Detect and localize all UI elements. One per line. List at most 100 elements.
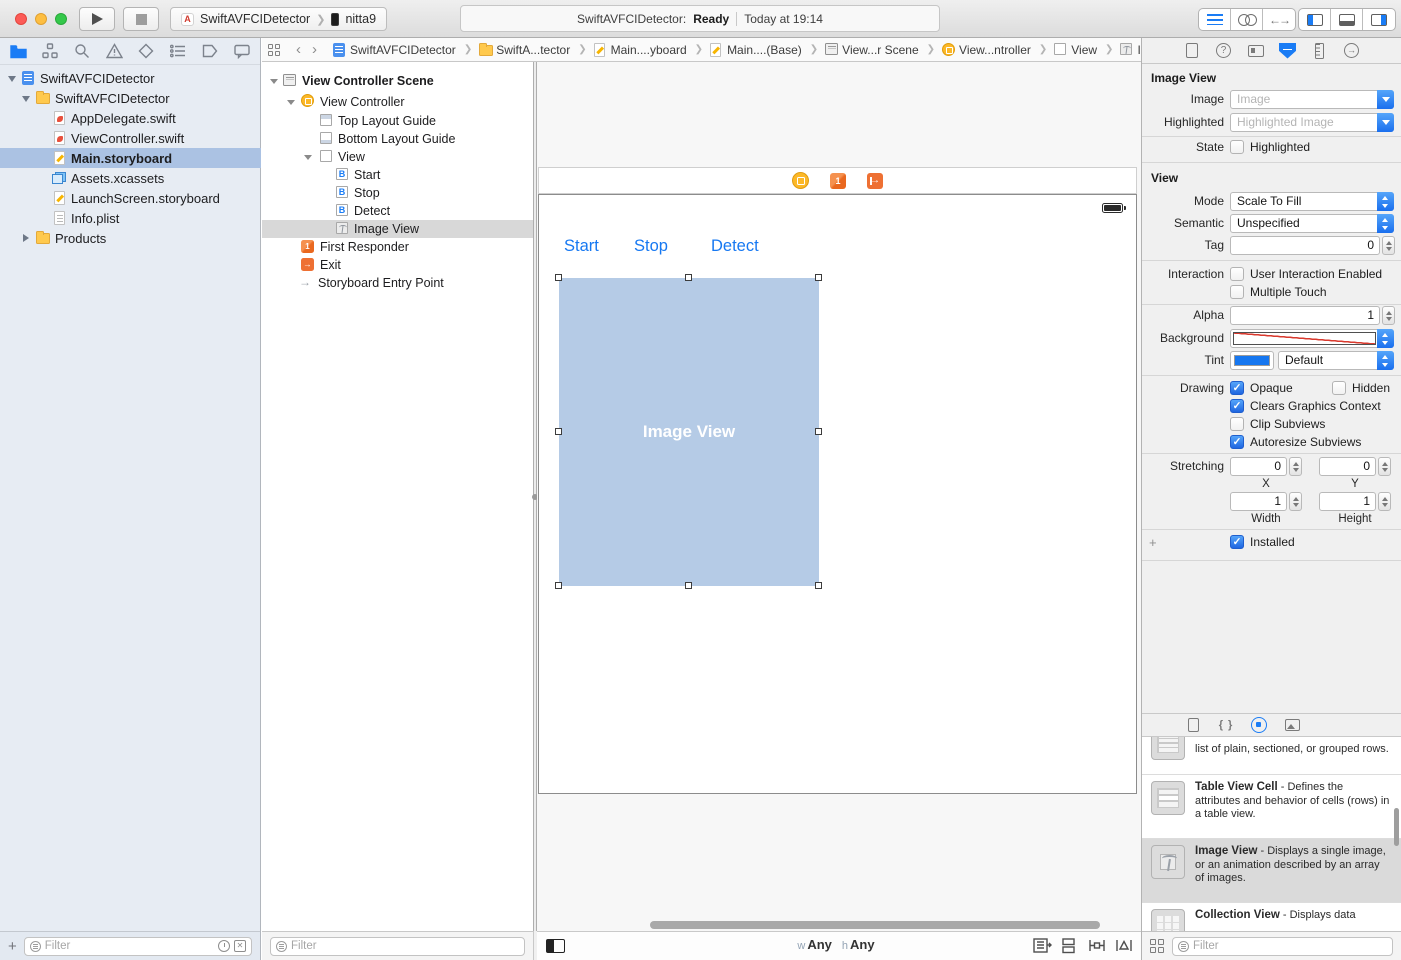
stretch-height-field[interactable]: 1 (1319, 492, 1376, 511)
file-row[interactable]: LaunchScreen.storyboard (0, 188, 261, 208)
unsaved-files-icon[interactable] (234, 940, 246, 952)
add-variation-button[interactable]: + (1149, 535, 1157, 550)
outline-row-view[interactable]: View (262, 148, 533, 166)
highlighted-checkbox[interactable] (1230, 140, 1244, 154)
resize-handle-middle-right[interactable] (815, 428, 822, 435)
toggle-utilities-button[interactable] (1363, 9, 1395, 30)
stretch-y-stepper[interactable] (1378, 457, 1391, 476)
file-row-project[interactable]: SwiftAVFCIDetector (0, 68, 261, 88)
test-navigator-icon[interactable] (137, 42, 155, 60)
outline-row-exit[interactable]: Exit (262, 256, 533, 274)
file-row-products[interactable]: Products (0, 228, 261, 248)
exit-icon[interactable] (867, 173, 883, 189)
outline-row-button-start[interactable]: Start (262, 166, 533, 184)
scheme-selector[interactable]: SwiftAVFCIDetector ❯ nitta9 (170, 7, 387, 31)
library-item-collection-view[interactable]: Collection View - Displays data (1142, 903, 1401, 931)
outline-row-scene[interactable]: View Controller Scene (262, 72, 533, 90)
clears-graphics-checkbox[interactable] (1230, 399, 1244, 413)
resize-handle-bottom-left[interactable] (555, 582, 562, 589)
popup-chevrons-icon[interactable] (1377, 192, 1394, 211)
outline-row-button-stop[interactable]: Stop (262, 184, 533, 202)
attributes-inspector-icon[interactable] (1279, 42, 1297, 60)
hidden-checkbox[interactable] (1332, 381, 1346, 395)
add-constraints-button[interactable] (1088, 937, 1106, 957)
toggle-navigator-button[interactable] (1299, 9, 1331, 30)
close-window-button[interactable] (15, 13, 27, 25)
assistant-editor-button[interactable] (1231, 9, 1263, 30)
outline-row-entry-point[interactable]: Storyboard Entry Point (262, 274, 533, 292)
connections-inspector-icon[interactable] (1343, 42, 1361, 60)
related-items-icon[interactable] (268, 44, 280, 56)
symbol-navigator-icon[interactable] (41, 42, 59, 60)
disclosure-open-icon[interactable] (8, 76, 16, 82)
image-combobox[interactable]: Image (1230, 90, 1394, 109)
combo-chevron-icon[interactable] (1377, 90, 1394, 109)
canvas-image-view-selected[interactable]: Image View (559, 278, 819, 586)
canvas-button-stop[interactable]: Stop (634, 235, 668, 257)
popup-chevrons-icon[interactable] (1377, 214, 1394, 233)
tag-field[interactable]: 0 (1230, 236, 1380, 255)
stretch-x-stepper[interactable] (1289, 457, 1302, 476)
installed-checkbox[interactable] (1230, 535, 1244, 549)
alpha-stepper[interactable] (1382, 306, 1395, 325)
library-filter-field[interactable] (1172, 937, 1393, 956)
file-row[interactable]: AppDelegate.swift (0, 108, 261, 128)
first-responder-icon[interactable] (830, 173, 846, 189)
file-row-selected[interactable]: Main.storyboard (0, 148, 261, 168)
run-button[interactable] (79, 7, 115, 31)
forward-button[interactable]: › (310, 42, 319, 57)
tint-popup[interactable]: Default (1278, 351, 1394, 370)
library-scrollbar-thumb[interactable] (1394, 808, 1399, 846)
background-color-well[interactable] (1230, 329, 1394, 348)
autoresize-subviews-checkbox[interactable] (1230, 435, 1244, 449)
combo-chevron-icon[interactable] (1377, 113, 1394, 132)
identity-inspector-icon[interactable] (1247, 42, 1265, 60)
report-navigator-icon[interactable] (233, 42, 251, 60)
outline-row-view-controller[interactable]: View Controller (262, 93, 533, 111)
mode-popup[interactable]: Scale To Fill (1230, 192, 1394, 211)
library-item-table-view-partial[interactable]: list of plain, sectioned, or grouped row… (1142, 737, 1401, 775)
jumpbar-segment-localization[interactable]: Main....(Base)❯ (710, 42, 818, 57)
add-file-button[interactable]: + (8, 939, 17, 954)
opaque-checkbox[interactable] (1230, 381, 1244, 395)
outline-row-top-layout-guide[interactable]: Top Layout Guide (262, 112, 533, 130)
resize-handle-top-left[interactable] (555, 274, 562, 281)
recent-files-icon[interactable] (218, 940, 230, 952)
canvas-button-detect[interactable]: Detect (711, 235, 759, 257)
file-inspector-icon[interactable] (1183, 42, 1201, 60)
stop-button[interactable] (123, 7, 159, 31)
disclosure-closed-icon[interactable] (23, 234, 29, 242)
standard-editor-button[interactable] (1199, 9, 1231, 30)
quick-help-inspector-icon[interactable] (1215, 42, 1233, 60)
find-navigator-icon[interactable] (73, 42, 91, 60)
popup-chevrons-icon[interactable] (1377, 351, 1394, 370)
issue-navigator-icon[interactable] (105, 42, 123, 60)
file-row[interactable]: Assets.xcassets (0, 168, 261, 188)
navigator-filter-field[interactable] (24, 937, 252, 956)
file-row-group[interactable]: SwiftAVFCIDetector (0, 88, 261, 108)
jumpbar-segment-view[interactable]: View❯ (1054, 42, 1113, 57)
stretch-x-field[interactable]: 0 (1230, 457, 1287, 476)
jumpbar-segment-storyboard[interactable]: Main....yboard❯ (594, 42, 703, 57)
navigator-filter-input[interactable] (45, 940, 214, 952)
outline-row-first-responder[interactable]: First Responder (262, 238, 533, 256)
zoom-window-button[interactable] (55, 13, 67, 25)
library-item-table-view-cell[interactable]: Table View Cell - Defines the attributes… (1142, 775, 1401, 839)
horizontal-scrollbar-thumb[interactable] (650, 921, 1100, 929)
stretch-width-stepper[interactable] (1289, 492, 1302, 511)
minimize-window-button[interactable] (35, 13, 47, 25)
library-item-image-view-selected[interactable]: Image View - Displays a single image, or… (1142, 839, 1401, 903)
project-navigator-icon[interactable] (9, 42, 27, 60)
file-row[interactable]: ViewController.swift (0, 128, 261, 148)
library-filter-input[interactable] (1193, 940, 1387, 952)
disclosure-open-icon[interactable] (270, 79, 278, 84)
outline-row-button-detect[interactable]: Detect (262, 202, 533, 220)
view-controller-icon[interactable] (792, 172, 809, 189)
highlighted-combobox[interactable]: Highlighted Image (1230, 113, 1394, 132)
library-view-mode-icon[interactable] (1150, 939, 1165, 954)
jumpbar-segment-view-controller[interactable]: View...ntroller❯ (942, 42, 1047, 57)
disclosure-open-icon[interactable] (304, 155, 312, 160)
file-row[interactable]: Info.plist (0, 208, 261, 228)
canvas-button-start[interactable]: Start (564, 235, 599, 257)
version-editor-button[interactable]: ←→ (1263, 9, 1295, 30)
